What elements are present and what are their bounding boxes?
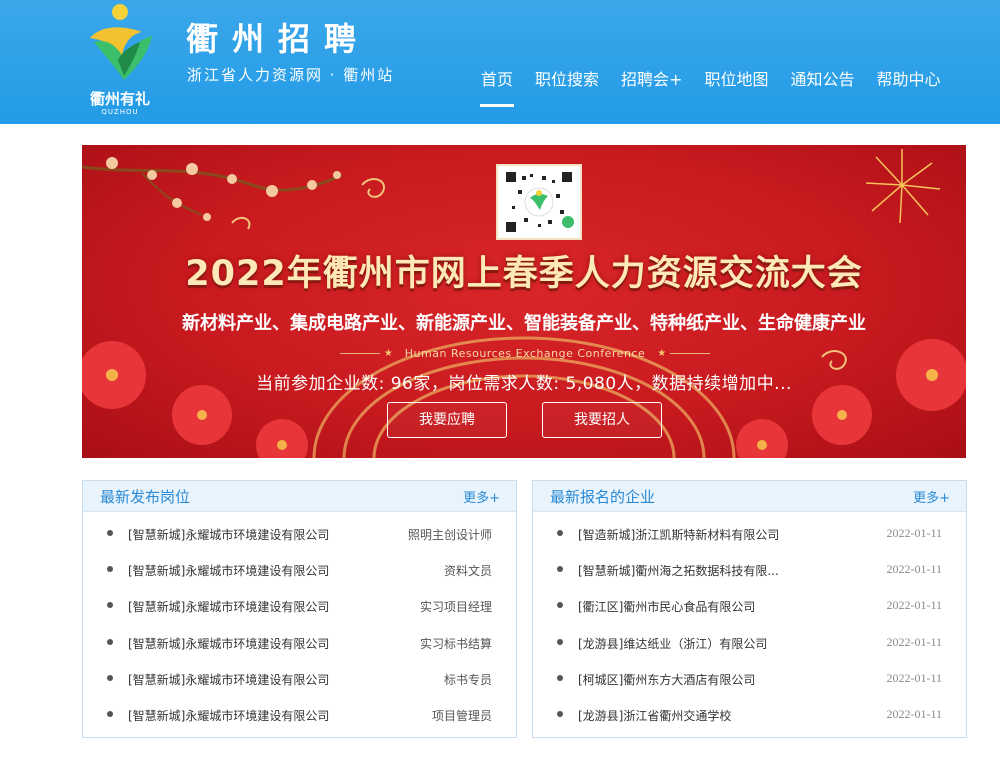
company-name[interactable]: [智造新城]浙江凯斯特新材料有限公司: [578, 526, 779, 543]
job-title[interactable]: 实习项目经理: [420, 598, 492, 615]
bullet-icon: [107, 602, 113, 609]
list-item[interactable]: [智慧新城]永耀城市环境建设有限公司 资料文员: [83, 552, 516, 588]
company-name[interactable]: [衢江区]衢州市民心食品有限公司: [578, 598, 755, 615]
job-title[interactable]: 标书专员: [444, 671, 492, 688]
banner-industries: 新材料产业、集成电路产业、新能源产业、智能装备产业、特种纸产业、生命健康产业: [182, 313, 866, 334]
nav-item-job-map[interactable]: 职位地图: [693, 68, 779, 108]
banner-english: Human Resources Exchange Conference: [404, 346, 646, 360]
logo-subtext: QUZHOU: [101, 108, 139, 116]
company-name[interactable]: [智慧新城]永耀城市环境建设有限公司: [128, 635, 329, 652]
company-name[interactable]: [智慧新城]永耀城市环境建设有限公司: [128, 526, 329, 543]
site-title: 衢州招聘: [186, 20, 371, 58]
panel-header: 最新发布岗位 更多+: [83, 481, 516, 512]
divider: [670, 352, 711, 354]
job-title[interactable]: 项目管理员: [432, 707, 492, 724]
bullet-icon: [557, 566, 563, 573]
star-icon: ★: [383, 347, 393, 359]
panel-title: 最新报名的企业: [550, 488, 656, 506]
signup-date: 2022-01-11: [886, 634, 942, 649]
job-title[interactable]: 照明主创设计师: [408, 526, 492, 543]
nav-item-notices[interactable]: 通知公告: [779, 68, 865, 108]
job-list: [智慧新城]永耀城市环境建设有限公司 照明主创设计师 [智慧新城]永耀城市环境建…: [83, 516, 516, 733]
job-title[interactable]: 资料文员: [444, 562, 492, 579]
company-name[interactable]: [智慧新城]永耀城市环境建设有限公司: [128, 707, 329, 724]
company-name[interactable]: [智慧新城]衢州海之拓数据科技有限...: [578, 562, 779, 579]
more-link[interactable]: 更多+: [463, 487, 500, 506]
divider: [340, 352, 380, 354]
list-item[interactable]: [柯城区]衢州东方大酒店有限公司 2022-01-11: [533, 661, 966, 697]
signup-date: 2022-01-11: [886, 598, 942, 613]
list-item[interactable]: [智慧新城]永耀城市环境建设有限公司 实习标书结算: [83, 625, 516, 661]
job-title[interactable]: 实习标书结算: [420, 635, 492, 652]
panel-header: 最新报名的企业 更多+: [533, 481, 966, 512]
bullet-icon: [557, 530, 563, 536]
list-item[interactable]: [智慧新城]永耀城市环境建设有限公司 实习项目经理: [83, 588, 516, 624]
site-subtitle: 浙江省人力资源网 · 衢州站: [187, 66, 395, 84]
quzhou-logo[interactable]: 衢州有礼 QUZHOU: [82, 2, 158, 120]
latest-companies-panel: 最新报名的企业 更多+ [智造新城]浙江凯斯特新材料有限公司 2022-01-1…: [532, 480, 967, 738]
company-name[interactable]: [龙游县]浙江省衢州交通学校: [578, 707, 731, 724]
banner-english-line: ★ Human Resources Exchange Conference ★: [340, 343, 711, 363]
panel-title: 最新发布岗位: [100, 488, 191, 506]
signup-date: 2022-01-11: [886, 562, 942, 577]
more-link[interactable]: 更多+: [913, 487, 950, 506]
bullet-icon: [107, 710, 113, 717]
job-fair-banner[interactable]: 2022年衢州市网上春季人力资源交流大会 新材料产业、集成电路产业、新能源产业、…: [82, 145, 966, 458]
list-item[interactable]: [智慧新城]永耀城市环境建设有限公司 照明主创设计师: [83, 516, 516, 552]
bullet-icon: [557, 674, 563, 681]
site-header: 衢州有礼 QUZHOU 衢州招聘 浙江省人力资源网 · 衢州站 首页 职位搜索 …: [0, 0, 1000, 124]
bullet-icon: [107, 566, 113, 573]
signup-date: 2022-01-11: [886, 706, 942, 721]
company-name[interactable]: [龙游县]维达纸业（浙江）有限公司: [578, 635, 767, 652]
bullet-icon: [107, 674, 113, 681]
bullet-icon: [107, 638, 113, 645]
company-name[interactable]: [柯城区]衢州东方大酒店有限公司: [578, 671, 755, 688]
nav-item-job-search[interactable]: 职位搜索: [524, 68, 610, 108]
latest-jobs-panel: 最新发布岗位 更多+ [智慧新城]永耀城市环境建设有限公司 照明主创设计师 [智…: [82, 480, 517, 738]
bullet-icon: [557, 602, 563, 609]
list-item[interactable]: [龙游县]浙江省衢州交通学校 2022-01-11: [533, 697, 966, 733]
bullet-icon: [557, 638, 563, 645]
list-item[interactable]: [龙游县]维达纸业（浙江）有限公司 2022-01-11: [533, 625, 966, 661]
banner-title: 2022年衢州市网上春季人力资源交流大会: [185, 254, 863, 294]
main-nav: 首页 职位搜索 招聘会+ 职位地图 通知公告 帮助中心: [470, 68, 952, 108]
qr-code-icon: [506, 172, 574, 232]
post-job-button[interactable]: 我要招人: [542, 402, 662, 438]
list-item[interactable]: [智慧新城]永耀城市环境建设有限公司 项目管理员: [83, 697, 516, 733]
logo-text: 衢州有礼: [89, 90, 150, 108]
banner-stats: 当前参加企业数: 96家，岗位需求人数: 5,080人，数据持续增加中...: [256, 374, 792, 394]
bullet-icon: [557, 710, 563, 717]
star-icon: ★: [657, 347, 667, 359]
list-item[interactable]: [智慧新城]永耀城市环境建设有限公司 标书专员: [83, 661, 516, 697]
nav-item-home[interactable]: 首页: [470, 68, 524, 108]
qr-code: [496, 164, 582, 240]
logo-emblem-icon: [90, 4, 152, 80]
company-name[interactable]: [智慧新城]永耀城市环境建设有限公司: [128, 671, 329, 688]
company-list: [智造新城]浙江凯斯特新材料有限公司 2022-01-11 [智慧新城]衢州海之…: [533, 516, 966, 733]
bullet-icon: [107, 530, 113, 536]
nav-item-job-fair[interactable]: 招聘会+: [610, 68, 693, 108]
list-item[interactable]: [智慧新城]衢州海之拓数据科技有限... 2022-01-11: [533, 552, 966, 588]
list-item[interactable]: [衢江区]衢州市民心食品有限公司 2022-01-11: [533, 588, 966, 624]
nav-item-help[interactable]: 帮助中心: [865, 68, 951, 108]
signup-date: 2022-01-11: [886, 670, 942, 685]
apply-job-button[interactable]: 我要应聘: [387, 402, 507, 438]
list-item[interactable]: [智造新城]浙江凯斯特新材料有限公司 2022-01-11: [533, 516, 966, 552]
signup-date: 2022-01-11: [886, 526, 942, 540]
company-name[interactable]: [智慧新城]永耀城市环境建设有限公司: [128, 562, 329, 579]
company-name[interactable]: [智慧新城]永耀城市环境建设有限公司: [128, 598, 329, 615]
